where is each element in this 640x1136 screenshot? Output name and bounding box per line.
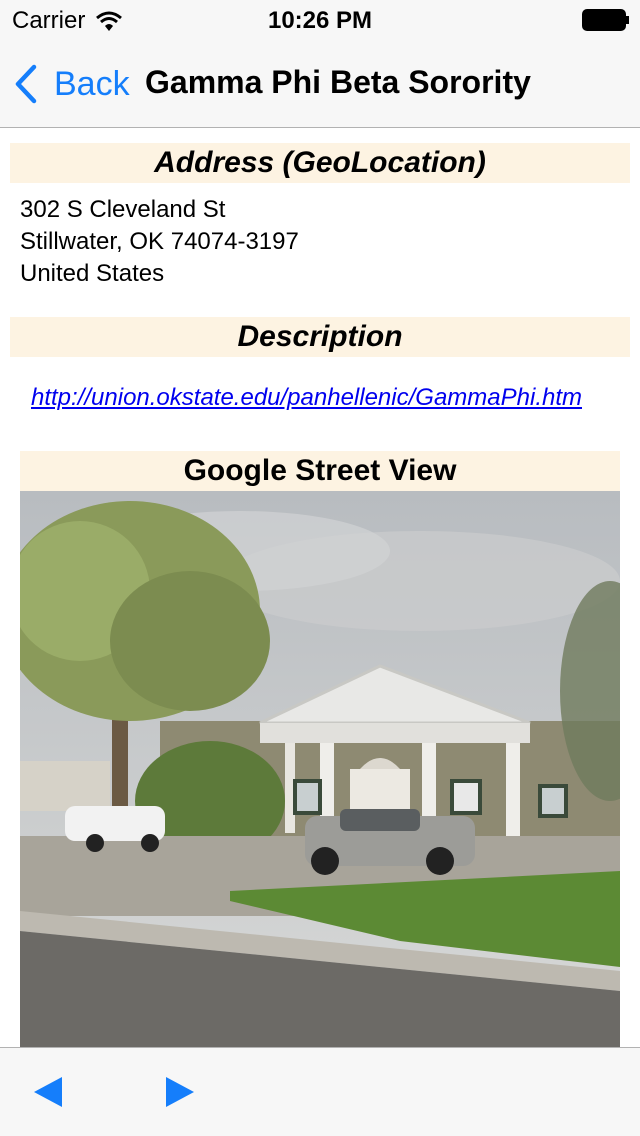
back-button-label: Back bbox=[54, 64, 130, 103]
status-bar: Carrier 10:26 PM bbox=[0, 0, 640, 40]
previous-button[interactable] bbox=[28, 1072, 68, 1112]
page-title: Gamma Phi Beta Sorority bbox=[145, 64, 531, 100]
back-button[interactable]: Back bbox=[14, 60, 130, 108]
left-arrow-icon bbox=[34, 1077, 62, 1107]
address-line: United States bbox=[20, 260, 165, 287]
status-time: 10:26 PM bbox=[267, 7, 373, 34]
description-link[interactable]: http://union.okstate.edu/panhellenic/Gam… bbox=[31, 384, 582, 412]
address-line: Stillwater, OK 74074-3197 bbox=[20, 228, 299, 255]
description-header: Description bbox=[10, 317, 630, 357]
chevron-left-icon bbox=[15, 64, 37, 104]
address-block: 302 S Cleveland St Stillwater, OK 74074-… bbox=[20, 194, 299, 290]
street-view-image[interactable] bbox=[20, 491, 620, 1047]
right-arrow-icon bbox=[166, 1077, 194, 1107]
address-line: 302 S Cleveland St bbox=[20, 196, 226, 223]
next-button[interactable] bbox=[160, 1072, 200, 1112]
navigation-bar: Back Gamma Phi Beta Sorority bbox=[0, 40, 640, 128]
address-header: Address (GeoLocation) bbox=[10, 143, 630, 183]
battery-icon bbox=[582, 9, 629, 31]
street-view-header: Google Street View bbox=[20, 451, 620, 491]
bottom-toolbar bbox=[0, 1047, 640, 1136]
